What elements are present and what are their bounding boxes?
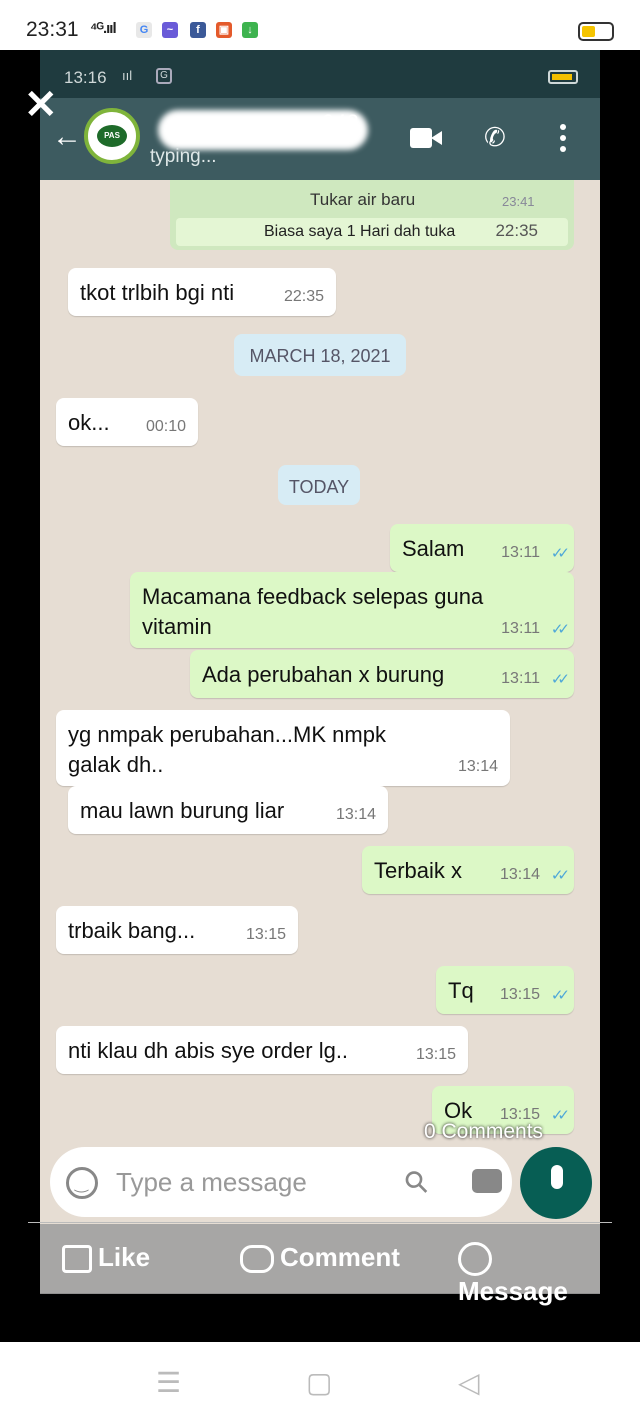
facebook-icon: f	[190, 22, 206, 38]
back-nav-icon[interactable]: ◁	[458, 1366, 480, 1399]
double-check-icon: ✓✓	[550, 621, 570, 638]
message-time: 13:11	[501, 670, 540, 687]
incoming-message[interactable]: yg nmpak perubahan...MK nmpk galak dh.. 1…	[56, 710, 510, 786]
inner-battery-icon	[548, 70, 578, 84]
app-g-icon: G	[136, 22, 152, 38]
message-time: 13:14	[499, 866, 540, 883]
thumbs-up-icon	[62, 1245, 92, 1274]
contact-name-suffix: 042	[322, 110, 359, 135]
divider	[28, 1222, 612, 1223]
message-text: tkot trlbih bgi nti	[80, 280, 235, 305]
message-text: nti klau dh abis sye order lg..	[68, 1038, 349, 1063]
like-label: Like	[98, 1242, 151, 1272]
comment-button[interactable]: Comment	[240, 1242, 400, 1274]
menu-icon[interactable]: ☰	[156, 1366, 181, 1399]
battery-icon	[578, 22, 614, 41]
mic-icon	[551, 1165, 563, 1189]
incoming-message[interactable]: ok... 00:10	[56, 398, 198, 446]
message-text: Salam	[402, 536, 465, 561]
outer-status-bar: 23:31 ⁴ᴳ.ııl G ~ f ▣ ↓	[0, 0, 640, 50]
comments-count[interactable]: 0 Comments	[424, 1120, 543, 1144]
outgoing-message[interactable]: Macamana feedback selepas guna vitamin 13…	[130, 572, 574, 648]
system-nav-bar: ☰ ▢ ◁	[0, 1342, 640, 1422]
message-text: trbaik bang...	[68, 918, 196, 943]
outer-time: 23:31	[26, 18, 79, 41]
double-check-icon: ✓✓	[550, 545, 570, 562]
date-divider: MARCH 18, 2021	[234, 334, 406, 376]
double-check-icon: ✓✓	[550, 1107, 570, 1124]
mic-button[interactable]	[520, 1147, 592, 1219]
avatar[interactable]	[84, 108, 140, 164]
emoji-icon[interactable]	[66, 1167, 98, 1199]
message-text: yg nmpak perubahan...MK nmpk galak dh..	[68, 722, 386, 777]
date-divider: TODAY	[278, 465, 360, 505]
message-time: 00:10	[145, 418, 186, 435]
quoted-messages: Tukar air baru 23:41 Biasa saya 1 Hari d…	[170, 180, 574, 250]
camera-icon[interactable]	[472, 1169, 502, 1193]
quoted-line-1-time: 23:41	[502, 194, 535, 209]
screenshot-image: 13:16 ııl G ← 042 typing... ✆ Tukar air …	[40, 50, 600, 1293]
quoted-line-2-time: 22:35	[495, 221, 538, 240]
outgoing-message[interactable]: Ada perubahan x burung 13:11 ✓✓	[190, 650, 574, 698]
double-check-icon: ✓✓	[550, 671, 570, 688]
message-text: Tq	[448, 978, 474, 1003]
message-time: 13:11	[501, 544, 540, 561]
message-button[interactable]: Message	[458, 1242, 600, 1307]
message-text: mau lawn burung liar	[80, 798, 285, 823]
chat-header: ← 042 typing... ✆	[40, 98, 600, 180]
phone-icon[interactable]: ✆	[484, 122, 506, 153]
outgoing-message[interactable]: Tq 13:15 ✓✓	[436, 966, 574, 1014]
inner-signal-icon: ııl	[122, 68, 133, 83]
inner-time: 13:16	[64, 68, 107, 87]
notification-app-icon: ▣	[216, 22, 232, 38]
incoming-message[interactable]: tkot trlbih bgi nti 22:35	[68, 268, 336, 316]
messenger-icon: ~	[162, 22, 178, 38]
quoted-line-2-box: Biasa saya 1 Hari dah tuka 22:35	[176, 218, 568, 246]
incoming-message[interactable]: nti klau dh abis sye order lg.. 13:15	[56, 1026, 468, 1074]
message-time: 13:14	[335, 806, 376, 823]
comment-label: Comment	[280, 1242, 400, 1272]
message-time: 13:11	[501, 620, 540, 637]
close-icon[interactable]: ✕	[24, 82, 58, 128]
double-check-icon: ✓✓	[550, 987, 570, 1004]
message-label: Message	[458, 1276, 568, 1307]
message-text: ok...	[68, 410, 110, 435]
incoming-message[interactable]: mau lawn burung liar 13:14	[68, 786, 388, 834]
outgoing-message[interactable]: Terbaik x 13:14 ✓✓	[362, 846, 574, 894]
quoted-line-2: Biasa saya 1 Hari dah tuka	[264, 223, 456, 240]
message-text: Macamana feedback selepas guna vitamin	[142, 584, 484, 639]
message-text: Ada perubahan x burung	[202, 662, 445, 687]
outgoing-message[interactable]: Salam 13:11 ✓✓	[390, 524, 574, 572]
message-time: 13:14	[457, 758, 498, 775]
message-input[interactable]: Type a message	[116, 1167, 307, 1198]
message-time: 13:15	[499, 986, 540, 1003]
incoming-message[interactable]: trbaik bang... 13:15	[56, 906, 298, 954]
outer-signal-icon: ⁴ᴳ.ııl	[90, 20, 117, 37]
download-icon: ↓	[242, 22, 258, 38]
message-text: Terbaik x	[374, 858, 463, 883]
inner-status-bar: 13:16 ııl G	[40, 50, 600, 98]
facebook-action-bar: Like Comment Message	[40, 1224, 600, 1306]
paperclip-icon[interactable]: ⚲	[397, 1162, 437, 1202]
message-time: 13:15	[245, 926, 286, 943]
message-time: 22:35	[283, 288, 324, 305]
message-time: 13:15	[415, 1046, 456, 1063]
speech-bubble-icon	[240, 1245, 274, 1274]
typing-status: typing...	[150, 146, 217, 167]
quoted-line-1: Tukar air baru	[310, 190, 416, 209]
messenger-icon	[458, 1242, 492, 1277]
more-vert-icon[interactable]	[560, 124, 566, 157]
double-check-icon: ✓✓	[550, 867, 570, 884]
inner-g-icon: G	[156, 68, 172, 84]
message-composer[interactable]: Type a message ⚲	[50, 1147, 512, 1217]
video-call-icon[interactable]	[410, 128, 442, 148]
like-button[interactable]: Like	[62, 1242, 151, 1274]
home-icon[interactable]: ▢	[306, 1366, 332, 1399]
